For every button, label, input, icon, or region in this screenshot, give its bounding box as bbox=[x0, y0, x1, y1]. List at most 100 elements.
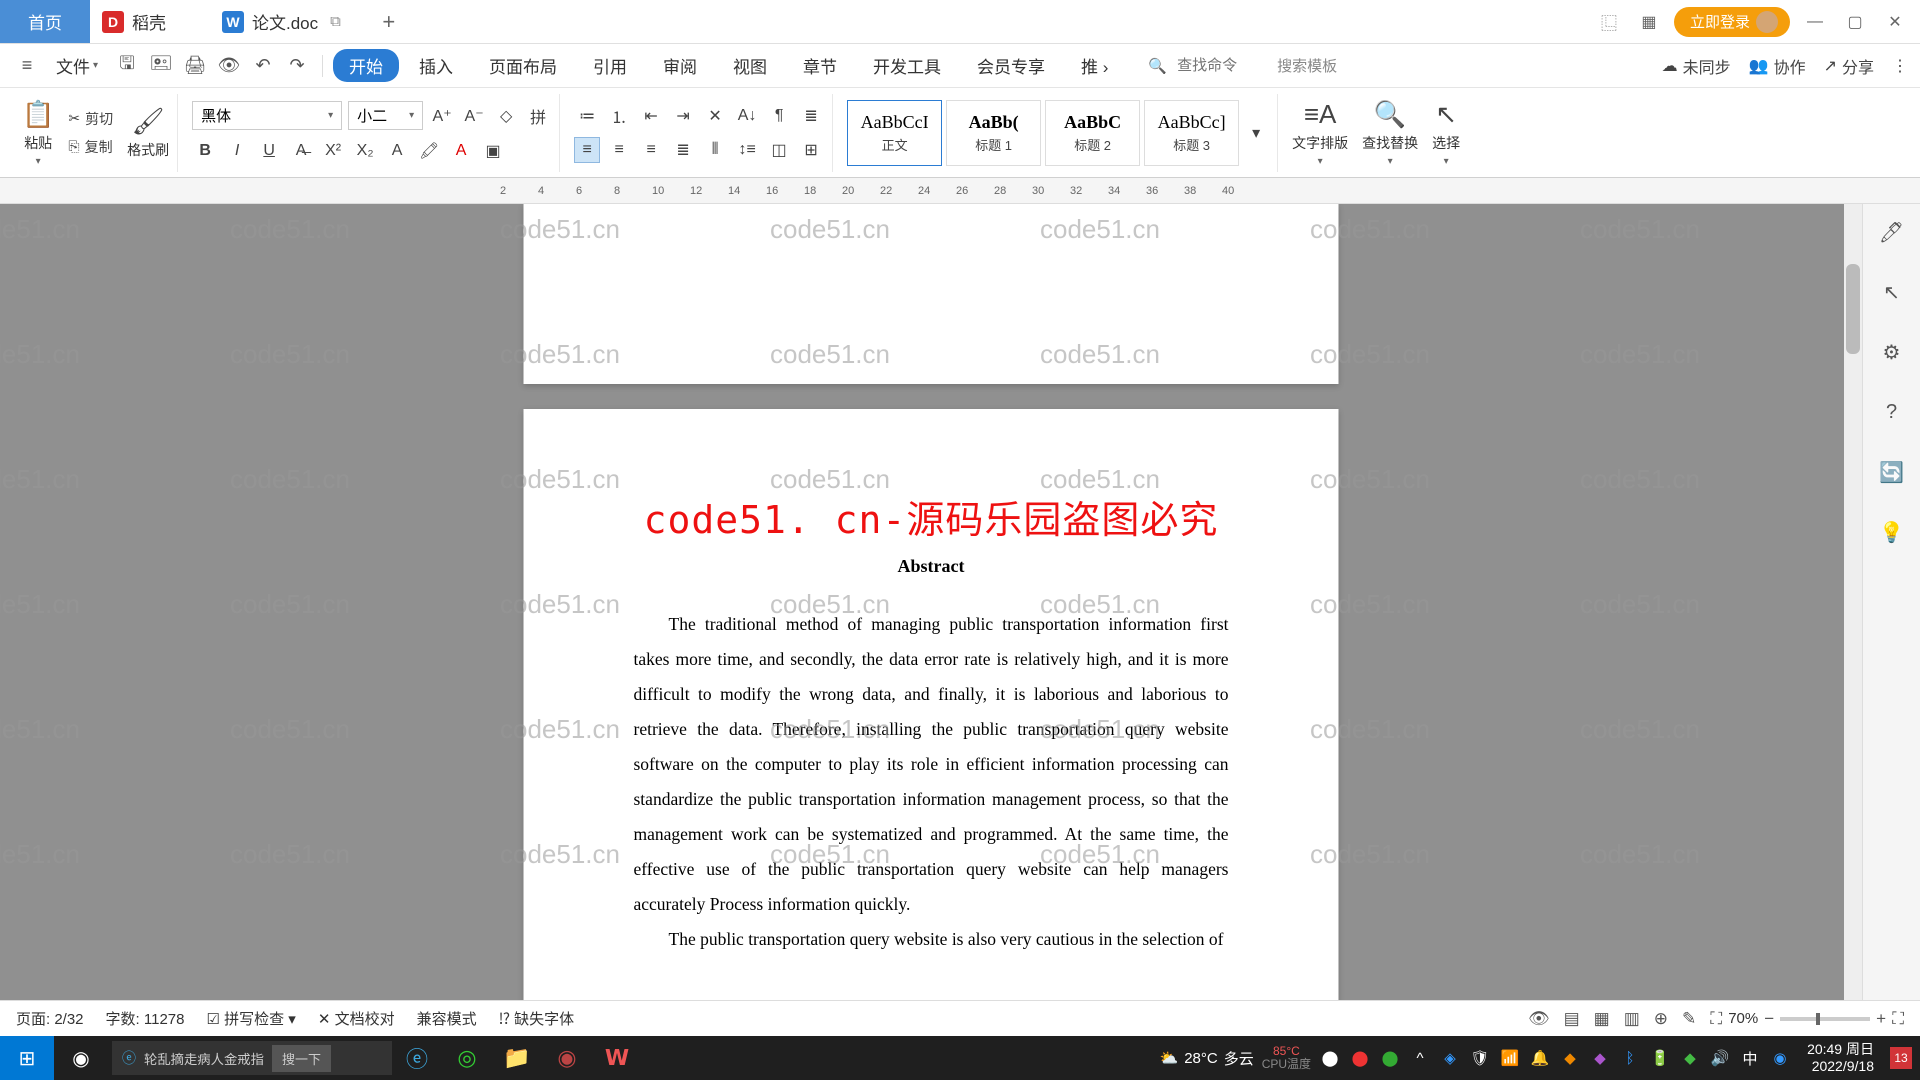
maximize-button[interactable]: ▢ bbox=[1840, 7, 1870, 37]
styles-more-icon[interactable]: ▾ bbox=[1243, 120, 1269, 146]
page-view-icon[interactable]: ▦ bbox=[1594, 1009, 1610, 1029]
missing-font[interactable]: ⁉ 缺失字体 bbox=[499, 1008, 575, 1029]
app-other[interactable]: ◉ bbox=[542, 1036, 592, 1080]
minimize-button[interactable]: — bbox=[1800, 7, 1830, 37]
bullet-list-icon[interactable]: ≔ bbox=[574, 103, 600, 129]
document-area[interactable]: code51. cn-源码乐园盗图必究 Abstract The traditi… bbox=[0, 204, 1862, 1036]
menu-more[interactable]: 推 › bbox=[1065, 49, 1124, 82]
grid-icon[interactable]: ▦ bbox=[1634, 7, 1664, 37]
cpu-temp[interactable]: 85°C CPU温度 bbox=[1262, 1045, 1311, 1071]
tray-volume-icon[interactable]: 🔊 bbox=[1709, 1047, 1731, 1069]
menu-sections[interactable]: 章节 bbox=[787, 49, 853, 82]
collab-button[interactable]: 👥协作 bbox=[1749, 54, 1806, 78]
align-justify-icon[interactable]: ≣ bbox=[670, 137, 696, 163]
paragraph-mark-icon[interactable]: ¶ bbox=[766, 103, 792, 129]
paste-button[interactable]: 📋粘贴▾ bbox=[22, 99, 54, 167]
share-button[interactable]: ↗分享 bbox=[1824, 54, 1874, 78]
spell-check[interactable]: ☑ 拼写检查 ▾ bbox=[206, 1008, 295, 1029]
help-icon[interactable]: ? bbox=[1876, 396, 1908, 428]
menu-insert[interactable]: 插入 bbox=[403, 49, 469, 82]
phonetic-icon[interactable]: 拼 bbox=[525, 103, 551, 129]
settings-sliders-icon[interactable]: ⚙ bbox=[1876, 336, 1908, 368]
vertical-scrollbar[interactable] bbox=[1844, 204, 1862, 1036]
underline-icon[interactable]: U bbox=[256, 138, 282, 164]
align-left-icon[interactable]: ≡ bbox=[574, 137, 600, 163]
borders-icon[interactable]: ⊞ bbox=[798, 137, 824, 163]
save-as-icon[interactable]: 🖭 bbox=[146, 51, 176, 81]
tray-bluetooth-icon[interactable]: ᛒ bbox=[1619, 1047, 1641, 1069]
edit-mode-icon[interactable]: ✎ bbox=[1682, 1009, 1696, 1029]
number-list-icon[interactable]: ⒈ bbox=[606, 103, 632, 129]
zoom-in-icon[interactable]: + bbox=[1876, 1009, 1886, 1029]
print-preview-icon[interactable]: 👁 bbox=[214, 51, 244, 81]
weather-widget[interactable]: ⛅ 28°C 多云 bbox=[1160, 1048, 1254, 1069]
highlight-icon[interactable]: 🖍 bbox=[416, 138, 442, 164]
web-view-icon[interactable]: ⊕ bbox=[1654, 1009, 1668, 1029]
align-right-icon[interactable]: ≡ bbox=[638, 137, 664, 163]
fit-width-icon[interactable]: ⛶ bbox=[1710, 1009, 1722, 1029]
superscript-icon[interactable]: X² bbox=[320, 138, 346, 164]
taskbar-search-input[interactable] bbox=[144, 1051, 264, 1066]
copy-button[interactable]: ⎘复制 bbox=[68, 137, 113, 157]
read-view-icon[interactable]: ▤ bbox=[1564, 1009, 1580, 1029]
taskbar-search-button[interactable]: 搜一下 bbox=[272, 1045, 331, 1072]
strikethrough-icon[interactable]: A̶ bbox=[288, 138, 314, 164]
layout-icon[interactable]: ⿺ bbox=[1594, 7, 1624, 37]
app-wps[interactable]: 𝗪 bbox=[592, 1036, 642, 1080]
text-effect-icon[interactable]: A bbox=[384, 138, 410, 164]
zoom-level[interactable]: 70% bbox=[1728, 1010, 1758, 1027]
menu-start[interactable]: 开始 bbox=[333, 49, 399, 82]
tray-app-3[interactable]: ◆ bbox=[1589, 1047, 1611, 1069]
tab-stop-icon[interactable]: ≣ bbox=[798, 103, 824, 129]
style-heading1[interactable]: AaBb(标题 1 bbox=[946, 100, 1041, 166]
command-search-input[interactable] bbox=[1177, 57, 1267, 74]
pen-tool-icon[interactable]: 🖊 bbox=[1876, 216, 1908, 248]
tray-icon-2[interactable]: ⬤ bbox=[1349, 1047, 1371, 1069]
text-layout-button[interactable]: ≡A文字排版▾ bbox=[1292, 99, 1348, 167]
bold-icon[interactable]: B bbox=[192, 138, 218, 164]
tray-battery-icon[interactable]: 🔋 bbox=[1649, 1047, 1671, 1069]
italic-icon[interactable]: I bbox=[224, 138, 250, 164]
tray-shield-icon[interactable]: 🛡 bbox=[1469, 1047, 1491, 1069]
distribute-icon[interactable]: ⫴ bbox=[702, 137, 728, 163]
menu-page-layout[interactable]: 页面布局 bbox=[473, 49, 573, 82]
tray-app-2[interactable]: ◆ bbox=[1559, 1047, 1581, 1069]
select-button[interactable]: ↖选择▾ bbox=[1432, 99, 1460, 167]
style-normal[interactable]: AaBbCcI正文 bbox=[847, 100, 942, 166]
redo-icon[interactable]: ↷ bbox=[282, 51, 312, 81]
cursor-tool-icon[interactable]: ↖ bbox=[1876, 276, 1908, 308]
login-button[interactable]: 立即登录 bbox=[1674, 7, 1790, 37]
tray-wifi-icon[interactable]: 📶 bbox=[1499, 1047, 1521, 1069]
style-heading2[interactable]: AaBbC标题 2 bbox=[1045, 100, 1140, 166]
line-spacing-icon[interactable]: ↕≡ bbox=[734, 137, 760, 163]
style-heading3[interactable]: AaBbCc]标题 3 bbox=[1144, 100, 1239, 166]
tray-app-1[interactable]: ◈ bbox=[1439, 1047, 1461, 1069]
tray-app-5[interactable]: ◉ bbox=[1769, 1047, 1791, 1069]
cut-button[interactable]: ✂剪切 bbox=[68, 109, 113, 129]
taskbar-search[interactable]: ⓔ 搜一下 bbox=[112, 1041, 392, 1075]
horizontal-ruler[interactable]: 246810121416182022242628303234363840 bbox=[0, 178, 1920, 204]
menu-overflow[interactable]: ⋮ bbox=[1892, 56, 1908, 76]
font-size-select[interactable]: 小二▾ bbox=[348, 101, 423, 130]
tab-document[interactable]: W 论文.doc ⧉ bbox=[194, 0, 369, 43]
tray-icon-3[interactable]: ⬤ bbox=[1379, 1047, 1401, 1069]
tray-app-4[interactable]: ◆ bbox=[1679, 1047, 1701, 1069]
word-count[interactable]: 字数: 11278 bbox=[106, 1008, 185, 1029]
decrease-indent-icon[interactable]: ⇤ bbox=[638, 103, 664, 129]
zoom-slider[interactable] bbox=[1780, 1017, 1870, 1021]
start-button[interactable]: ⊞ bbox=[0, 1036, 54, 1080]
hamburger-icon[interactable]: ≡ bbox=[12, 51, 42, 81]
char-border-icon[interactable]: ▣ bbox=[480, 138, 506, 164]
clear-format-icon[interactable]: ◇ bbox=[493, 103, 519, 129]
font-color-icon[interactable]: A bbox=[448, 138, 474, 164]
file-menu[interactable]: 文件▾ bbox=[46, 53, 108, 78]
menu-review[interactable]: 审阅 bbox=[647, 49, 713, 82]
app-360[interactable]: ◎ bbox=[442, 1036, 492, 1080]
tray-chevron[interactable]: ^ bbox=[1409, 1047, 1431, 1069]
tab-docer[interactable]: D 稻壳 bbox=[90, 0, 194, 43]
align-center-icon[interactable]: ≡ bbox=[606, 137, 632, 163]
notification-badge[interactable]: 13 bbox=[1890, 1047, 1912, 1069]
copilot-icon[interactable]: ◉ bbox=[54, 1036, 108, 1080]
tab-window-icon[interactable]: ⧉ bbox=[330, 13, 341, 30]
eye-icon[interactable]: 👁 bbox=[1528, 1009, 1550, 1029]
